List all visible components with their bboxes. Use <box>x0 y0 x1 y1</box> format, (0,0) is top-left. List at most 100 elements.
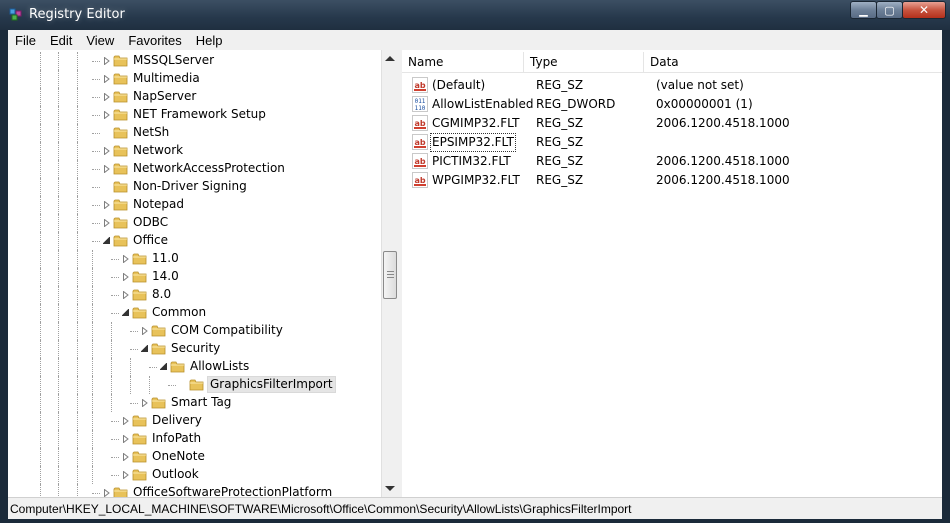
value-row[interactable]: ab (Default) REG_SZ (value not set) <box>402 76 942 95</box>
expand-arrow-icon[interactable] <box>123 435 129 443</box>
tree-node-label[interactable]: ODBC <box>131 215 170 230</box>
scroll-thumb[interactable] <box>383 251 397 299</box>
registry-key-tree[interactable]: MSSQLServer Multimedia NapServer NET Framew… <box>8 50 398 497</box>
tree-node-label[interactable]: 14.0 <box>150 269 181 284</box>
tree-node-label[interactable]: 8.0 <box>150 287 173 302</box>
menu-edit[interactable]: Edit <box>43 33 79 48</box>
expand-arrow-icon[interactable] <box>104 75 110 83</box>
tree-node-label[interactable]: OfficeSoftwareProtectionPlatform <box>131 485 334 497</box>
tree-node-label[interactable]: MSSQLServer <box>131 53 216 68</box>
collapse-arrow-icon[interactable] <box>122 309 129 316</box>
tree-guide-line <box>40 232 42 250</box>
values-list[interactable]: Name Type Data ab (Default) REG_SZ (value n… <box>402 50 942 497</box>
value-row[interactable]: ab EPSIMP32.FLT REG_SZ <box>402 133 942 152</box>
tree-node[interactable]: AllowLists <box>8 358 380 376</box>
folder-icon <box>189 377 205 393</box>
tree-node-label[interactable]: OneNote <box>150 449 207 464</box>
scroll-up-arrow-icon[interactable] <box>385 56 395 61</box>
tree-node[interactable]: NetSh <box>8 124 380 142</box>
column-header-data[interactable]: Data <box>644 52 942 72</box>
tree-node-label[interactable]: Notepad <box>131 197 186 212</box>
maximize-button[interactable]: ▢ <box>876 1 903 19</box>
tree-node-label[interactable]: Network <box>131 143 185 158</box>
tree-node-label[interactable]: NapServer <box>131 89 198 104</box>
collapse-arrow-icon[interactable] <box>160 363 167 370</box>
expand-arrow-icon[interactable] <box>123 453 129 461</box>
expand-arrow-icon[interactable] <box>142 327 148 335</box>
tree-node[interactable]: Delivery <box>8 412 380 430</box>
title-bar[interactable]: Registry Editor ▁ ▢ ✕ <box>0 0 950 30</box>
value-row[interactable]: ab CGMIMP32.FLT REG_SZ 2006.1200.4518.1000 <box>402 114 942 133</box>
column-header-name[interactable]: Name <box>402 52 524 72</box>
tree-guide-line <box>58 376 60 394</box>
tree-node[interactable]: OneNote <box>8 448 380 466</box>
tree-node[interactable]: 11.0 <box>8 250 380 268</box>
tree-node[interactable]: OfficeSoftwareProtectionPlatform <box>8 484 380 497</box>
collapse-arrow-icon[interactable] <box>141 345 148 352</box>
tree-node-label[interactable]: NetSh <box>131 125 171 140</box>
menu-favorites[interactable]: Favorites <box>121 33 188 48</box>
tree-node-label[interactable]: Common <box>150 305 208 320</box>
tree-node-label[interactable]: Non-Driver Signing <box>131 179 249 194</box>
menu-view[interactable]: View <box>79 33 121 48</box>
expand-arrow-icon[interactable] <box>123 471 129 479</box>
expand-arrow-icon[interactable] <box>104 201 110 209</box>
tree-node[interactable]: COM Compatibility <box>8 322 380 340</box>
tree-node-label[interactable]: Delivery <box>150 413 204 428</box>
tree-node[interactable]: Network <box>8 142 380 160</box>
tree-node[interactable]: Multimedia <box>8 70 380 88</box>
tree-node-label[interactable]: Outlook <box>150 467 201 482</box>
expand-arrow-icon[interactable] <box>104 147 110 155</box>
expand-arrow-icon[interactable] <box>142 399 148 407</box>
expand-arrow-icon[interactable] <box>123 291 129 299</box>
tree-node[interactable]: Outlook <box>8 466 380 484</box>
binary-value-icon: 011 110 <box>412 96 428 112</box>
menu-file[interactable]: File <box>8 33 43 48</box>
expand-arrow-icon[interactable] <box>123 273 129 281</box>
tree-node[interactable]: GraphicsFilterImport <box>8 376 380 394</box>
expand-arrow-icon[interactable] <box>104 93 110 101</box>
expand-arrow-icon[interactable] <box>123 417 129 425</box>
tree-node-label[interactable]: NET Framework Setup <box>131 107 268 122</box>
value-row[interactable]: ab WPGIMP32.FLT REG_SZ 2006.1200.4518.1000 <box>402 171 942 190</box>
tree-node-label[interactable]: Office <box>131 233 170 248</box>
tree-node-label[interactable]: 11.0 <box>150 251 181 266</box>
tree-node[interactable]: Security <box>8 340 380 358</box>
tree-node-label[interactable]: Smart Tag <box>169 395 233 410</box>
tree-node-label[interactable]: AllowLists <box>188 359 251 374</box>
expand-arrow-icon[interactable] <box>104 57 110 65</box>
minimize-button[interactable]: ▁ <box>850 1 877 19</box>
tree-node[interactable]: NapServer <box>8 88 380 106</box>
expand-arrow-icon[interactable] <box>104 111 110 119</box>
tree-node-label[interactable]: COM Compatibility <box>169 323 285 338</box>
tree-vertical-scrollbar[interactable] <box>381 50 398 497</box>
tree-node-label[interactable]: Security <box>169 341 222 356</box>
collapse-arrow-icon[interactable] <box>103 237 110 244</box>
tree-node[interactable]: 14.0 <box>8 268 380 286</box>
tree-node[interactable]: 8.0 <box>8 286 380 304</box>
tree-node[interactable]: NetworkAccessProtection <box>8 160 380 178</box>
tree-node[interactable]: MSSQLServer <box>8 52 380 70</box>
expand-arrow-icon[interactable] <box>104 165 110 173</box>
tree-node[interactable]: Common <box>8 304 380 322</box>
tree-node-label[interactable]: InfoPath <box>150 431 203 446</box>
tree-node-label[interactable]: GraphicsFilterImport <box>207 376 336 393</box>
tree-node-label[interactable]: Multimedia <box>131 71 202 86</box>
tree-node-label[interactable]: NetworkAccessProtection <box>131 161 287 176</box>
tree-node[interactable]: Office <box>8 232 380 250</box>
tree-node[interactable]: Notepad <box>8 196 380 214</box>
close-button[interactable]: ✕ <box>902 1 946 19</box>
tree-node[interactable]: Smart Tag <box>8 394 380 412</box>
tree-node[interactable]: NET Framework Setup <box>8 106 380 124</box>
value-row[interactable]: 011 110 AllowListEnabled REG_DWORD 0x0000000… <box>402 95 942 114</box>
tree-node[interactable]: Non-Driver Signing <box>8 178 380 196</box>
expand-arrow-icon[interactable] <box>104 489 110 497</box>
scroll-down-arrow-icon[interactable] <box>385 486 395 491</box>
tree-node[interactable]: InfoPath <box>8 430 380 448</box>
column-header-type[interactable]: Type <box>524 52 644 72</box>
menu-help[interactable]: Help <box>189 33 230 48</box>
expand-arrow-icon[interactable] <box>104 219 110 227</box>
value-row[interactable]: ab PICTIM32.FLT REG_SZ 2006.1200.4518.1000 <box>402 152 942 171</box>
tree-node[interactable]: ODBC <box>8 214 380 232</box>
expand-arrow-icon[interactable] <box>123 255 129 263</box>
